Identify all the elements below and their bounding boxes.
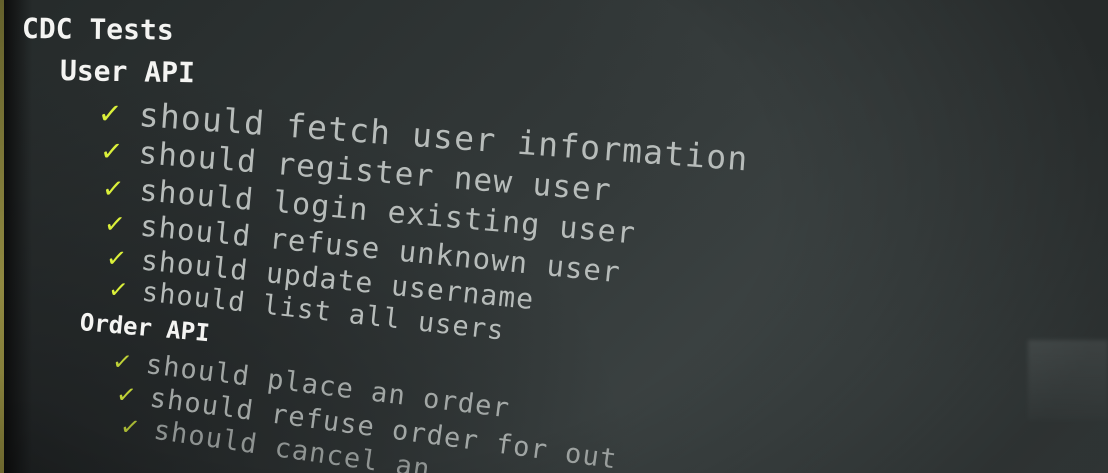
suite-title-user-api: User API: [59, 54, 196, 90]
suite-title-order-api: Order API: [78, 308, 211, 348]
check-icon: ✓: [102, 170, 125, 207]
check-icon: ✓: [100, 132, 124, 170]
terminal-output: CDC Tests User API ✓ should fetch user in…: [0, 0, 1108, 473]
test-run-title: CDC Tests: [21, 12, 174, 47]
check-icon: ✓: [104, 205, 127, 241]
check-icon: ✓: [98, 92, 123, 133]
check-icon: ✓: [119, 410, 142, 444]
check-icon: ✓: [106, 240, 128, 275]
check-icon: ✓: [112, 345, 134, 379]
check-icon: ✓: [115, 378, 138, 412]
check-icon: ✓: [108, 273, 129, 306]
terminal-window: CDC Tests User API ✓ should fetch user in…: [0, 0, 1108, 473]
